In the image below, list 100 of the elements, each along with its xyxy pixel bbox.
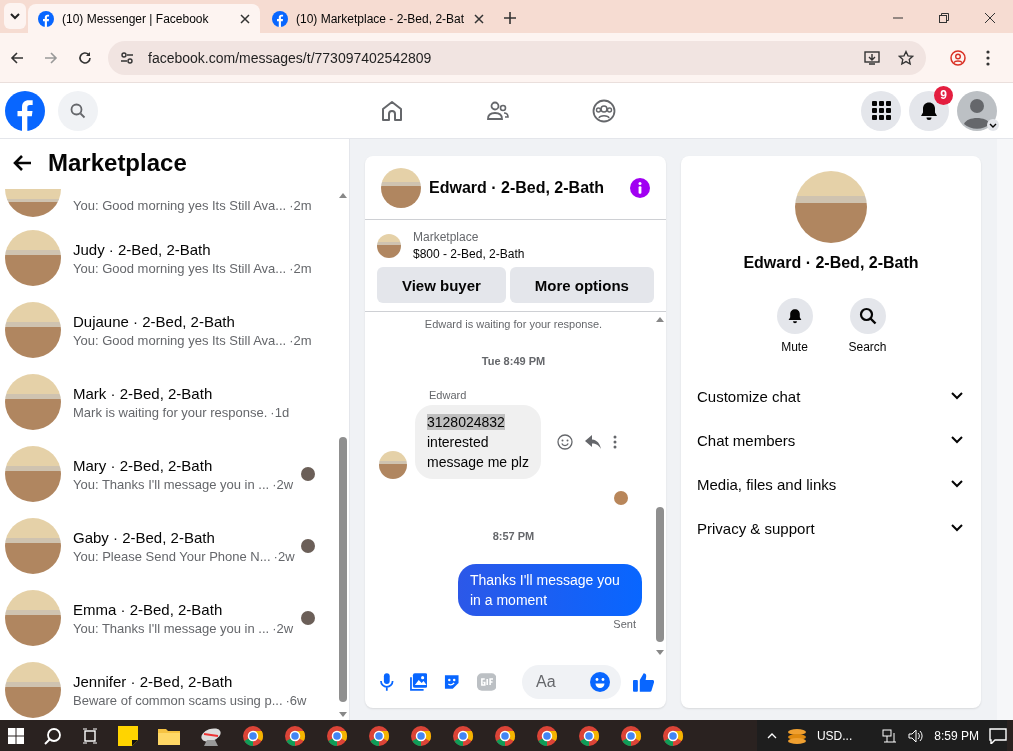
listing-photo-placeholder <box>5 590 61 646</box>
browser-icon[interactable] <box>620 724 642 747</box>
install-app-icon[interactable] <box>864 49 880 66</box>
message-time: ·2m <box>289 260 312 276</box>
scrollbar-thumb[interactable] <box>339 437 347 702</box>
conversation-item[interactable]: Judy · 2-Bed, 2-Bath You: Good morning yes Its Still Ava... ·2m <box>5 222 337 294</box>
message-field[interactable]: Aa <box>522 665 621 699</box>
group-icon[interactable] <box>592 98 616 123</box>
message-preview: Beware of common scams using p... <box>73 692 283 708</box>
browser-icon[interactable] <box>368 724 390 747</box>
search-button[interactable] <box>58 90 98 131</box>
back-icon[interactable] <box>10 50 24 65</box>
listing-photo-placeholder <box>5 446 61 502</box>
close-icon[interactable] <box>985 13 995 23</box>
windows-start-icon[interactable] <box>8 727 24 744</box>
forward-icon[interactable] <box>44 50 58 65</box>
message-time: ·1d <box>270 404 290 420</box>
tab-list-icon[interactable] <box>9 10 21 22</box>
scrollbar-thumb[interactable] <box>656 507 664 642</box>
scroll-up-icon[interactable] <box>656 316 664 322</box>
sticky-note-icon[interactable] <box>118 725 138 746</box>
browser-icon[interactable] <box>410 724 432 747</box>
search-icon[interactable] <box>44 726 62 745</box>
tray-label: USD... <box>816 728 853 743</box>
conversation-name: Mark · 2-Bed, 2-Bath <box>73 384 214 402</box>
task-view-icon[interactable] <box>82 727 98 744</box>
message-preview: You: Good morning yes Its Still Ava... <box>73 332 287 348</box>
mute-button[interactable]: Mute <box>769 298 820 354</box>
more-icon[interactable] <box>612 435 617 449</box>
sticker-icon[interactable] <box>443 673 461 691</box>
network-icon[interactable] <box>882 728 899 743</box>
satellite-dish-icon[interactable] <box>200 725 222 746</box>
section-toggle[interactable]: Customize chat <box>697 374 965 418</box>
clock-time: 8:59 PM <box>934 728 979 743</box>
close-icon[interactable] <box>474 13 484 24</box>
info-icon[interactable] <box>630 177 650 198</box>
scroll-down-icon[interactable] <box>339 712 347 718</box>
reply-icon[interactable] <box>584 435 601 449</box>
message-input[interactable]: Aa <box>534 672 590 692</box>
conversation-item[interactable]: Gaby · 2-Bed, 2-Bath You: Please Send Your Phone N... ·2w <box>5 510 337 582</box>
browser-icon[interactable] <box>242 724 264 747</box>
address-bar[interactable]: facebook.com/messages/t/773097402542809 <box>108 40 926 75</box>
browser-icon[interactable] <box>494 724 516 747</box>
account-button[interactable] <box>957 90 997 131</box>
new-tab-icon[interactable] <box>504 12 516 24</box>
message-preview: You: Good morning yes Its Still Ava... <box>73 198 287 213</box>
scroll-down-icon[interactable] <box>656 650 664 656</box>
site-settings-icon[interactable] <box>120 50 134 65</box>
microphone-icon[interactable] <box>380 673 394 691</box>
browser-icon[interactable] <box>452 724 474 747</box>
section-toggle[interactable]: Privacy & support <box>697 506 965 550</box>
section-toggle[interactable]: Chat members <box>697 418 965 462</box>
more-icon[interactable] <box>986 49 990 66</box>
conversation-item[interactable]: You: Good morning yes Its Still Ava... ·2m <box>5 186 337 222</box>
star-icon[interactable] <box>898 49 914 66</box>
conversation-item[interactable]: Emma · 2-Bed, 2-Bath You: Thanks I'll message you in ... ·2w <box>5 582 337 654</box>
listing-photo-placeholder <box>5 662 61 718</box>
notification-center-icon[interactable] <box>989 727 1007 744</box>
browser-icon[interactable] <box>536 724 558 747</box>
message-time: ·2w <box>272 476 294 492</box>
menu-button[interactable] <box>861 90 901 131</box>
smiley-icon[interactable] <box>556 434 573 450</box>
browser-icon[interactable] <box>326 724 348 747</box>
facebook-logo-icon[interactable] <box>5 90 45 131</box>
thumbs-up-icon[interactable] <box>632 672 654 692</box>
back-arrow-icon[interactable] <box>12 153 32 172</box>
close-icon[interactable] <box>240 13 250 24</box>
restore-icon[interactable] <box>939 13 949 23</box>
profile-icon[interactable] <box>950 49 966 66</box>
folder-icon[interactable] <box>158 726 180 745</box>
search-button[interactable]: Search <box>842 298 893 354</box>
message-bubble: Thanks I'll message you in a moment <box>458 564 642 616</box>
view-buyer-button[interactable]: View buyer <box>377 267 506 303</box>
message-preview: You: Please Send Your Phone N... <box>73 548 271 564</box>
home-icon[interactable] <box>380 98 404 123</box>
conversation-name: Jennifer · 2-Bed, 2-Bath <box>73 672 234 690</box>
scroll-up-icon[interactable] <box>339 192 347 198</box>
browser-tab[interactable]: (10) Messenger | Facebook <box>28 4 260 33</box>
reload-icon[interactable] <box>78 50 92 65</box>
menu-icon <box>871 101 891 120</box>
browser-icon[interactable] <box>662 724 684 747</box>
message-preview: Mark is waiting for your response. <box>73 404 268 420</box>
emoji-icon[interactable] <box>590 672 610 692</box>
chevron-up-icon[interactable] <box>766 732 777 739</box>
browser-tab[interactable]: (10) Marketplace - 2-Bed, 2-Bat <box>262 4 494 33</box>
section-toggle[interactable]: Media, files and links <box>697 462 965 506</box>
conversation-item[interactable]: Mark · 2-Bed, 2-Bath Mark is waiting for your response. ·1d <box>5 366 337 438</box>
conversation-item[interactable]: Dujaune · 2-Bed, 2-Bath You: Good morning yes Its Still Ava... ·2m <box>5 294 337 366</box>
search-icon <box>70 102 86 119</box>
conversation-item[interactable]: Jennifer · 2-Bed, 2-Bath Beware of common scams using p... ·6w <box>5 654 337 720</box>
conversation-item[interactable]: Mary · 2-Bed, 2-Bath You: Thanks I'll message you in ... ·2w <box>5 438 337 510</box>
speaker-icon[interactable] <box>908 728 925 743</box>
timestamp: 8:57 PM <box>491 530 536 542</box>
conversation-name: Gaby · 2-Bed, 2-Bath <box>73 528 216 546</box>
avatar-silhouette-icon <box>957 90 997 131</box>
image-icon[interactable] <box>409 673 428 691</box>
browser-icon[interactable] <box>578 724 600 747</box>
more-options-button[interactable]: More options <box>509 267 654 303</box>
search-icon <box>858 307 877 325</box>
browser-icon[interactable] <box>284 724 306 747</box>
